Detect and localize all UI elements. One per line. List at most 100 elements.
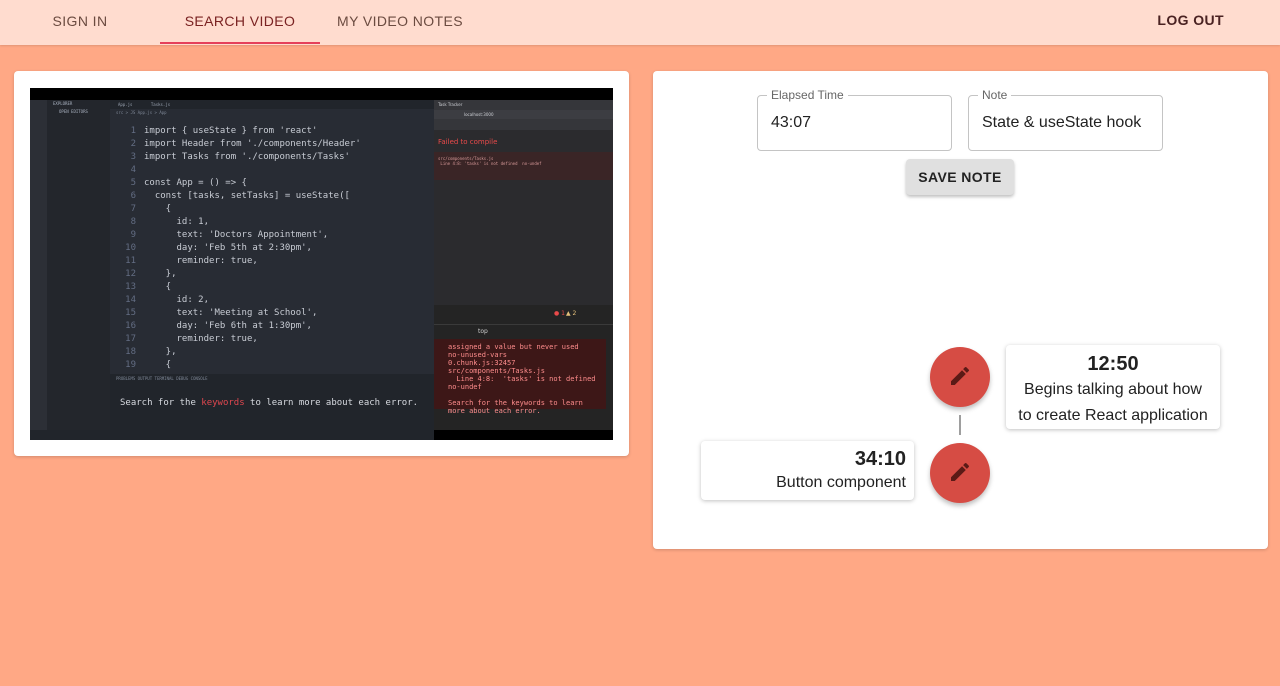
line-number: 15 [125, 308, 136, 318]
code-line: 4 [110, 164, 434, 177]
edit-note-button[interactable] [930, 347, 990, 407]
vscode-explorer: EXPLORER OPEN EDITORSREACT-TASK-TRACKERn… [47, 100, 110, 430]
console-output: assigned a value but never used no-unused… [434, 339, 606, 415]
editor-tab: App.js [118, 102, 133, 107]
code-line: 1 import { useState } from 'react' [110, 125, 434, 138]
browser-tab: Task Tracker [438, 102, 463, 107]
code-line: 19 { [110, 359, 434, 372]
line-number: 8 [130, 217, 136, 227]
line-number: 10 [125, 243, 136, 253]
elapsed-time-field[interactable]: Elapsed Time [757, 88, 952, 151]
console-context: top [478, 328, 488, 335]
code-line: 10 day: 'Feb 5th at 2:30pm', [110, 242, 434, 255]
console-line: assigned a value but never used [448, 343, 579, 351]
timeline-note-card[interactable]: 12:50 Begins talking about how to create… [1006, 345, 1220, 429]
note-timestamp: 12:50 [1087, 353, 1139, 375]
code-line: 18 }, [110, 346, 434, 359]
code-line: 6 const [tasks, setTasks] = useState([ [110, 190, 434, 203]
notes-panel: Elapsed Time Note SAVE NOTE 12:50 Begins… [653, 71, 1268, 549]
code-line: 15 text: 'Meeting at School', [110, 307, 434, 320]
line-number: 4 [130, 165, 136, 175]
line-text: { [144, 204, 172, 214]
tab-sign-in[interactable]: SIGN IN [0, 0, 160, 45]
editor-breadcrumb: src > JS App.js > App [116, 110, 167, 115]
line-number: 18 [125, 347, 136, 357]
code-line: 7 { [110, 203, 434, 216]
code-line: 5 const App = () => { [110, 177, 434, 190]
console-line: more about each error. [448, 407, 541, 415]
line-number: 17 [125, 334, 136, 344]
top-nav-bar: SIGN IN SEARCH VIDEO MY VIDEO NOTES LOG … [0, 0, 1280, 45]
line-number: 1 [130, 126, 136, 136]
line-text: }, [144, 347, 177, 357]
code-line: 13 { [110, 281, 434, 294]
code-line: 17 reminder: true, [110, 333, 434, 346]
video-panel: EXPLORER OPEN EDITORSREACT-TASK-TRACKERn… [14, 71, 629, 456]
note-label: Note [978, 88, 1012, 102]
line-number: 19 [125, 360, 136, 370]
note-text: Button component [776, 474, 906, 491]
line-text: { [144, 360, 172, 370]
elapsed-time-input[interactable] [771, 114, 941, 132]
timeline-connector [959, 415, 961, 435]
terminal-tabs: PROBLEMS OUTPUT TERMINAL DEBUG CONSOLE [116, 376, 208, 381]
save-note-button[interactable]: SAVE NOTE [906, 159, 1014, 195]
code-line: 2 import Header from './components/Header… [110, 138, 434, 151]
video-player[interactable]: EXPLORER OPEN EDITORSREACT-TASK-TRACKERn… [30, 88, 613, 440]
line-text: text: 'Doctors Appointment', [144, 230, 329, 240]
line-number: 12 [125, 269, 136, 279]
line-number: 7 [130, 204, 136, 214]
edit-pencil-icon [951, 462, 970, 481]
active-tab-indicator [160, 42, 320, 44]
note-text: to create React application [1018, 407, 1208, 424]
vscode-terminal: PROBLEMS OUTPUT TERMINAL DEBUG CONSOLE S… [110, 374, 434, 430]
note-timestamp: 34:10 [854, 448, 906, 470]
line-number: 11 [125, 256, 136, 266]
console-line: Search for the keywords to learn [448, 399, 583, 407]
line-number: 13 [125, 282, 136, 292]
browser-window: Task Tracker localhost:3000 Failed to co… [434, 100, 613, 430]
line-text: text: 'Meeting at School', [144, 308, 318, 318]
vscode-activity-bar [30, 100, 47, 430]
line-text: reminder: true, [144, 334, 258, 344]
line-text: id: 1, [144, 217, 210, 227]
tab-search-video[interactable]: SEARCH VIDEO [160, 0, 320, 45]
console-line: Line 4:8: 'tasks' is not defined [448, 375, 596, 383]
timeline-note-card[interactable]: 34:10 Button component [701, 441, 914, 500]
line-text: import Header from './components/Header' [144, 139, 361, 149]
line-number: 6 [130, 191, 136, 201]
error-count: ● 1 [554, 310, 565, 317]
console-line: no-undef [448, 383, 482, 391]
browser-page: Failed to compile src/components/Tasks.j… [434, 130, 613, 305]
line-number: 3 [130, 152, 136, 162]
code-line: 3 import Tasks from './components/Tasks' [110, 151, 434, 164]
devtools-panel: ● 1 ▲ 2 top assigned a value but never u… [434, 305, 613, 430]
line-number: 9 [130, 230, 136, 240]
line-text: reminder: true, [144, 256, 258, 266]
code-line: 16 day: 'Feb 6th at 1:30pm', [110, 320, 434, 333]
explorer-item: OPEN EDITORS [59, 109, 88, 114]
tab-my-video-notes[interactable]: MY VIDEO NOTES [320, 0, 480, 45]
note-input[interactable] [982, 114, 1152, 132]
terminal-message: Search for the keywords to learn more ab… [120, 398, 419, 408]
log-out-button[interactable]: LOG OUT [1157, 0, 1224, 42]
devtools-toolbar: ● 1 ▲ 2 top [434, 305, 613, 335]
browser-url: localhost:3000 [434, 110, 613, 119]
line-number: 5 [130, 178, 136, 188]
code-block: 1 import { useState } from 'react' 2 import… [110, 125, 434, 372]
edit-note-button[interactable] [930, 443, 990, 503]
vscode-status-bar [30, 430, 434, 440]
explorer-header: EXPLORER [53, 101, 73, 106]
line-text: }, [144, 269, 177, 279]
line-text: const [tasks, setTasks] = useState([ [144, 191, 350, 201]
code-line: 14 id: 2, [110, 294, 434, 307]
line-text: day: 'Feb 5th at 2:30pm', [144, 243, 312, 253]
line-number: 2 [130, 139, 136, 149]
note-field[interactable]: Note [968, 88, 1163, 151]
editor-tab: Tasks.js [150, 102, 171, 107]
line-text: { [144, 282, 172, 292]
compile-failed-title: Failed to compile [438, 138, 498, 146]
code-line: 9 text: 'Doctors Appointment', [110, 229, 434, 242]
console-line: 0.chunk.js:32457 [448, 359, 516, 367]
